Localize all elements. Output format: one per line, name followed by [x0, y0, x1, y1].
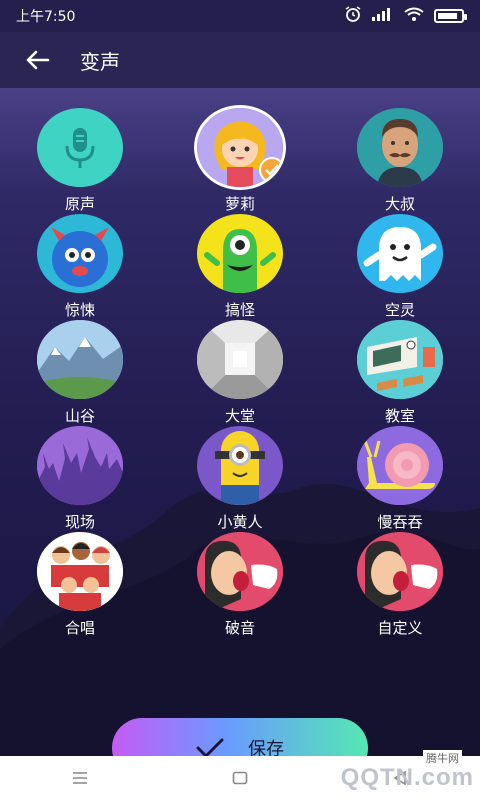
- alarm-icon: [344, 6, 362, 26]
- voice-label: 萝莉: [224, 195, 255, 213]
- voice-item-loli[interactable]: 萝莉: [180, 108, 300, 214]
- status-icons: [344, 6, 467, 26]
- voice-thumb: [37, 108, 123, 187]
- snail: [357, 426, 443, 505]
- status-bar: 上午7:50: [0, 0, 480, 32]
- voice-label: 空灵: [384, 301, 415, 319]
- voice-thumb: [197, 426, 283, 505]
- voice-label: 山谷: [64, 407, 95, 425]
- home-nav-button[interactable]: [210, 756, 270, 800]
- microphone-icon: [65, 127, 95, 168]
- voice-label: 搞怪: [224, 301, 255, 319]
- voice-item-ethereal[interactable]: 空灵: [340, 214, 460, 320]
- watermark-text: QQTN.com: [340, 764, 474, 791]
- voice-thumb: [37, 426, 123, 505]
- mountain-valley: [37, 320, 123, 399]
- voice-thumb: [37, 532, 123, 611]
- voice-thumb: [37, 214, 123, 293]
- voice-thumb: [197, 214, 283, 293]
- voice-label: 现场: [64, 513, 95, 531]
- minion: [215, 430, 265, 505]
- voice-item-funny[interactable]: 搞怪: [180, 214, 300, 320]
- voice-label: 教室: [384, 407, 415, 425]
- voice-item-original[interactable]: 原声: [20, 108, 140, 214]
- shouting-man: [197, 532, 283, 611]
- voice-item-valley[interactable]: 山谷: [20, 320, 140, 426]
- classroom: [357, 320, 443, 399]
- selected-check-icon: [259, 157, 283, 183]
- choir: [37, 532, 123, 611]
- status-time: 上午7:50: [16, 9, 76, 25]
- voice-thumb: [197, 532, 283, 611]
- voice-label: 自定义: [377, 619, 423, 637]
- voice-item-live[interactable]: 现场: [20, 426, 140, 532]
- battery-icon: [434, 9, 467, 23]
- wifi-icon: [404, 7, 424, 25]
- voice-item-slow[interactable]: 慢吞吞: [340, 426, 460, 532]
- green-monster: [204, 228, 276, 293]
- voice-label: 原声: [64, 195, 95, 213]
- hall-room: [197, 320, 283, 399]
- voice-item-thriller[interactable]: 惊悚: [20, 214, 140, 320]
- voice-thumb: [197, 108, 283, 187]
- voice-label: 大堂: [224, 407, 255, 425]
- voice-label: 小黄人: [217, 513, 263, 531]
- watermark-small-text: 腾牛网: [423, 750, 462, 766]
- shouting-man-custom: [357, 532, 443, 611]
- voice-label: 慢吞吞: [377, 513, 423, 531]
- voice-thumb: [37, 320, 123, 399]
- ghost: [363, 226, 437, 281]
- arrow-left-icon: [26, 50, 50, 70]
- voice-thumb: [357, 108, 443, 187]
- menu-icon: [73, 772, 87, 784]
- battery-level: [438, 13, 457, 19]
- voice-item-chorus[interactable]: 合唱: [20, 532, 140, 638]
- voice-item-custom[interactable]: 自定义: [340, 532, 460, 638]
- voice-thumb: [357, 320, 443, 399]
- voice-item-hall[interactable]: 大堂: [180, 320, 300, 426]
- signal-icon: [372, 7, 394, 25]
- mustache-man-avatar: [357, 108, 443, 187]
- page-title: 变声: [80, 49, 120, 74]
- voice-item-minion[interactable]: 小黄人: [180, 426, 300, 532]
- voice-item-classroom[interactable]: 教室: [340, 320, 460, 426]
- voice-label: 大叔: [384, 195, 415, 213]
- concert-crowd: [37, 426, 123, 505]
- app-header: 变声: [0, 32, 480, 88]
- voice-thumb: [357, 214, 443, 293]
- voice-label: 惊悚: [64, 301, 95, 319]
- voice-item-broken[interactable]: 破音: [180, 532, 300, 638]
- voice-thumb: [357, 532, 443, 611]
- voice-item-uncle[interactable]: 大叔: [340, 108, 460, 214]
- voice-thumb: [357, 426, 443, 505]
- blue-monster: [51, 226, 109, 287]
- home-square-icon: [232, 771, 248, 785]
- menu-nav-button[interactable]: [50, 756, 110, 800]
- back-button[interactable]: [10, 32, 66, 88]
- voice-label: 破音: [224, 619, 255, 637]
- voice-label: 合唱: [64, 619, 95, 637]
- voice-thumb: [197, 320, 283, 399]
